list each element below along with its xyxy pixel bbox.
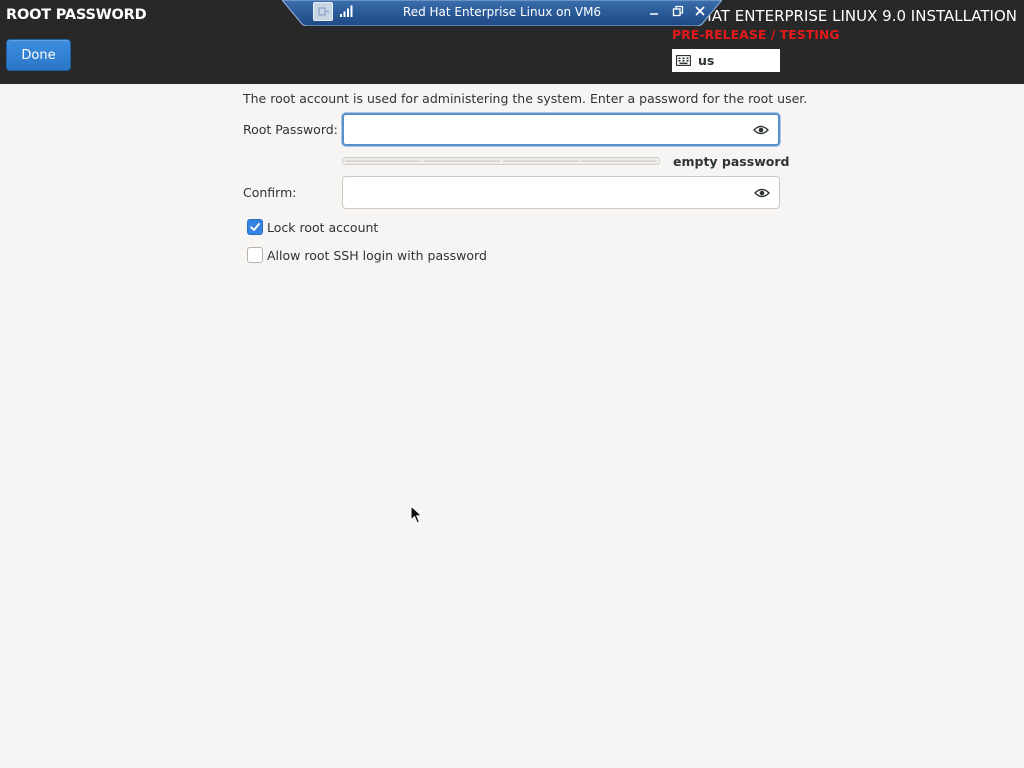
strength-segment: [345, 160, 421, 162]
checkmark-icon: [250, 223, 260, 231]
root-password-field[interactable]: [342, 113, 780, 146]
keyboard-layout-indicator[interactable]: us: [672, 49, 780, 72]
ssh-login-checkbox[interactable]: [247, 247, 263, 263]
show-password-icon[interactable]: [753, 124, 769, 136]
lock-root-checkbox[interactable]: [247, 219, 263, 235]
prerelease-label: PRE-RELEASE / TESTING: [672, 27, 840, 42]
keyboard-icon: [676, 55, 691, 66]
password-strength-label: empty password: [673, 154, 790, 169]
confirm-password-field[interactable]: [342, 176, 780, 209]
intro-text: The root account is used for administeri…: [243, 91, 808, 106]
vm-toolbar[interactable]: Red Hat Enterprise Linux on VM6: [282, 0, 722, 26]
lock-root-row[interactable]: Lock root account: [247, 218, 378, 236]
ssh-login-label[interactable]: Allow root SSH login with password: [267, 248, 487, 263]
minimize-icon[interactable]: [647, 4, 661, 18]
password-strength-bar: [342, 157, 660, 165]
root-password-label: Root Password:: [243, 122, 338, 137]
mouse-cursor-icon: [410, 505, 423, 524]
strength-segment: [503, 160, 579, 162]
confirm-label: Confirm:: [243, 185, 297, 200]
show-password-icon[interactable]: [754, 187, 770, 199]
lock-root-label[interactable]: Lock root account: [267, 220, 378, 235]
strength-segment: [581, 160, 657, 162]
keyboard-layout-label: us: [698, 53, 715, 68]
restore-icon[interactable]: [671, 4, 685, 18]
confirm-password-input[interactable]: [349, 177, 744, 208]
done-button[interactable]: Done: [6, 39, 71, 71]
root-password-input[interactable]: [350, 115, 745, 144]
strength-segment: [424, 160, 500, 162]
close-icon[interactable]: [693, 4, 707, 18]
page-title: ROOT PASSWORD: [6, 7, 147, 23]
ssh-login-row[interactable]: Allow root SSH login with password: [247, 246, 487, 264]
